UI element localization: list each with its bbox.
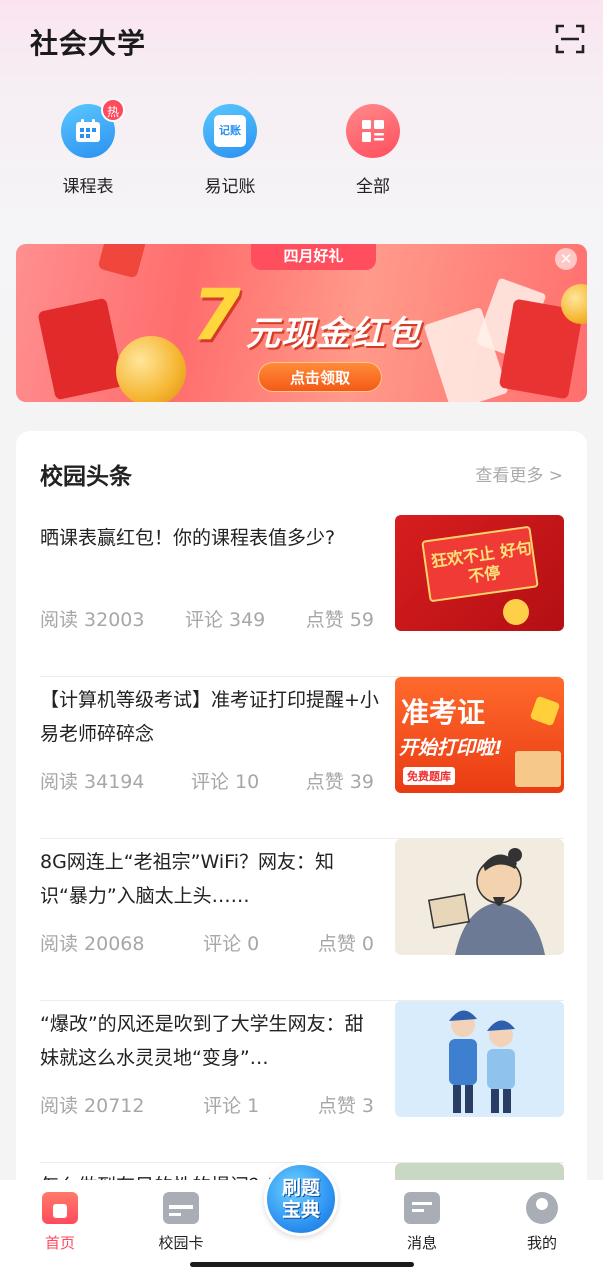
quick-action-all[interactable]: 全部 <box>318 104 428 197</box>
banner-headline: 元现金红包 <box>246 314 421 354</box>
calendar-icon: 热 <box>61 98 125 158</box>
news-item-stats: 阅读 20068 评论 0 点赞 0 <box>40 929 374 956</box>
news-item-stats: 阅读 20712 评论 1 点赞 3 <box>40 1091 374 1118</box>
like-count: 点赞 39 <box>305 771 374 793</box>
tab-campus-card[interactable]: 校园卡 <box>141 1192 221 1253</box>
quick-action-label: 全部 <box>356 177 390 197</box>
question-bank-button[interactable]: 刷题 宝典 <box>264 1162 338 1236</box>
news-item[interactable]: 晒课表赢红包！你的课程表值多少? 阅读 32003 评论 349 点赞 59 狂… <box>40 515 564 677</box>
tab-messages[interactable]: 消息 <box>382 1192 462 1253</box>
view-more-link[interactable]: 查看更多 > <box>475 461 563 486</box>
tab-home[interactable]: 首页 <box>20 1192 100 1253</box>
like-count: 点赞 0 <box>317 933 374 955</box>
comment-count: 评论 0 <box>203 933 260 955</box>
coin-decoration <box>116 336 186 402</box>
close-icon[interactable]: ✕ <box>555 248 577 270</box>
news-thumbnail <box>395 839 564 955</box>
scholar-illustration <box>427 848 545 955</box>
ledger-icon-text: 记账 <box>214 115 246 147</box>
user-icon <box>526 1192 558 1224</box>
hot-badge: 热 <box>101 98 125 122</box>
news-item-title: 晒课表赢红包！你的课程表值多少? <box>40 527 336 549</box>
news-item-title: 【计算机等级考试】准考证打印提醒+小易老师碎碎念 <box>40 689 379 745</box>
thumb-caption: 准考证 <box>401 696 486 729</box>
message-icon <box>404 1192 440 1224</box>
claim-button[interactable]: 点击领取 <box>258 362 382 392</box>
promo-banner[interactable]: 四月好礼 7 元现金红包 点击领取 ✕ <box>16 244 587 402</box>
news-thumbnail <box>395 1001 564 1117</box>
tab-label: 消息 <box>406 1234 437 1252</box>
header: 社会大学 <box>0 0 603 90</box>
campus-news-card: 校园头条 查看更多 > 晒课表赢红包！你的课程表值多少? 阅读 32003 评论… <box>16 431 587 1191</box>
comment-count: 评论 10 <box>191 771 260 793</box>
news-item-stats: 阅读 32003 评论 349 点赞 59 <box>40 605 374 632</box>
center-button-line: 宝典 <box>281 1199 320 1221</box>
news-item[interactable]: 【计算机等级考试】准考证打印提醒+小易老师碎碎念 阅读 34194 评论 10 … <box>40 677 564 839</box>
news-item-title: 8G网连上“老祖宗”WiFi？网友：知识“暴力”入脑太上头…… <box>40 851 334 907</box>
thumb-caption: 开始打印啦! <box>399 737 503 759</box>
banner-amount: 7 <box>192 274 241 356</box>
read-count: 阅读 34194 <box>40 771 145 793</box>
tab-profile[interactable]: 我的 <box>502 1192 582 1253</box>
page-title: 社会大学 <box>30 27 147 60</box>
news-item-stats: 阅读 34194 评论 10 点赞 39 <box>40 767 374 794</box>
red-envelope-decoration <box>37 297 125 401</box>
red-envelope-decoration <box>97 244 147 279</box>
news-item-title: “爆改”的风还是吹到了大学生网友：甜妹就这么水灵灵地“变身”… <box>40 1013 364 1069</box>
news-item[interactable]: 8G网连上“老祖宗”WiFi？网友：知识“暴力”入脑太上头…… 阅读 20068… <box>40 839 564 1001</box>
section-title: 校园头条 <box>40 464 132 490</box>
home-indicator <box>190 1262 414 1267</box>
news-item[interactable]: “爆改”的风还是吹到了大学生网友：甜妹就这么水灵灵地“变身”… 阅读 20712… <box>40 1001 564 1163</box>
thumb-tag: 免费题库 <box>403 767 455 785</box>
read-count: 阅读 32003 <box>40 609 145 631</box>
like-count: 点赞 59 <box>305 609 374 631</box>
comment-count: 评论 1 <box>203 1095 260 1117</box>
news-thumbnail: 准考证 开始打印啦! 免费题库 <box>395 677 564 793</box>
tab-label: 首页 <box>44 1234 75 1252</box>
quick-action-ledger[interactable]: 记账 易记账 <box>175 104 285 197</box>
card-icon <box>163 1192 199 1224</box>
center-button-line: 刷题 <box>281 1177 320 1199</box>
quick-actions: 热 课程表 记账 易记账 全部 <box>0 98 603 214</box>
like-count: 点赞 3 <box>317 1095 374 1117</box>
quick-action-schedule[interactable]: 热 课程表 <box>33 98 143 197</box>
students-illustration <box>449 1010 515 1113</box>
ledger-icon: 记账 <box>203 104 257 158</box>
home-icon <box>42 1192 78 1224</box>
read-count: 阅读 20712 <box>40 1095 145 1117</box>
quick-action-label: 易记账 <box>204 177 256 197</box>
grid-icon <box>346 104 400 158</box>
news-thumbnail: 狂欢不止 好句不停 <box>395 515 564 631</box>
quick-action-label: 课程表 <box>62 177 114 197</box>
tab-label: 我的 <box>526 1234 557 1252</box>
tab-label: 校园卡 <box>158 1234 204 1252</box>
read-count: 阅读 20068 <box>40 933 145 955</box>
comment-count: 评论 349 <box>184 609 266 631</box>
banner-tag: 四月好礼 <box>251 244 376 270</box>
scan-icon[interactable] <box>555 24 585 54</box>
